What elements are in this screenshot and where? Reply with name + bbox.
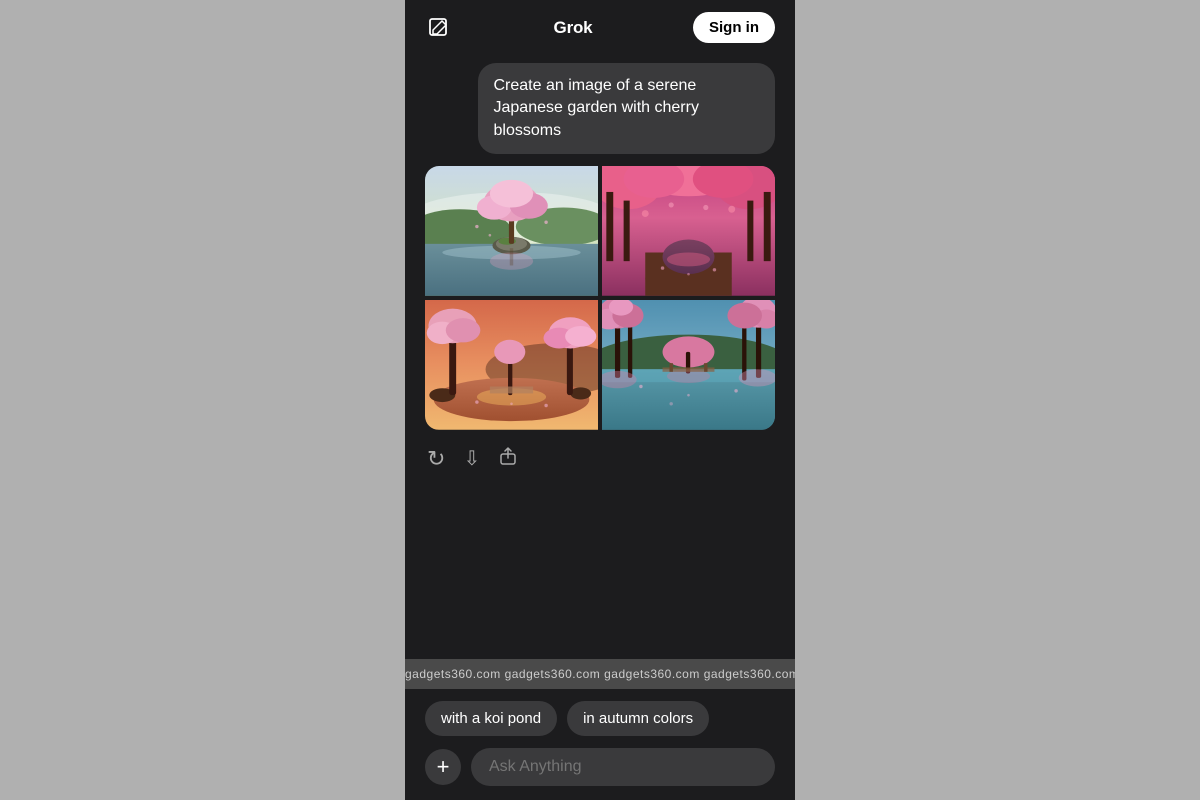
image-cell-1[interactable] — [425, 166, 598, 296]
action-row: ↻ ⇩ — [425, 442, 775, 476]
plus-icon: + — [437, 756, 450, 778]
suggestion-chips: with a koi pond in autumn colors — [425, 701, 775, 736]
header: Grok Sign in — [405, 0, 795, 53]
image-cell-2[interactable] — [602, 166, 775, 296]
regenerate-icon[interactable]: ↻ — [427, 446, 445, 472]
watermark-bar: gadgets360.com gadgets360.com gadgets360… — [405, 659, 795, 689]
image-cell-4[interactable] — [602, 300, 775, 430]
share-icon[interactable] — [498, 446, 518, 472]
image-grid — [425, 166, 775, 430]
chip-autumn-colors[interactable]: in autumn colors — [567, 701, 709, 736]
input-row: + — [425, 748, 775, 786]
user-message-bubble: Create an image of a serene Japanese gar… — [478, 63, 776, 154]
chat-content: Create an image of a serene Japanese gar… — [405, 53, 795, 659]
image-cell-3[interactable] — [425, 300, 598, 430]
watermark-text: gadgets360.com gadgets360.com gadgets360… — [405, 667, 795, 681]
add-button[interactable]: + — [425, 749, 461, 785]
bottom-section: with a koi pond in autumn colors + — [405, 689, 795, 800]
sign-in-button[interactable]: Sign in — [693, 12, 775, 43]
chip-koi-pond[interactable]: with a koi pond — [425, 701, 557, 736]
app-title: Grok — [554, 18, 593, 38]
ask-input[interactable] — [471, 748, 775, 786]
download-icon[interactable]: ⇩ — [463, 446, 480, 471]
phone-frame: Grok Sign in Create an image of a serene… — [405, 0, 795, 800]
edit-icon[interactable] — [425, 14, 453, 42]
